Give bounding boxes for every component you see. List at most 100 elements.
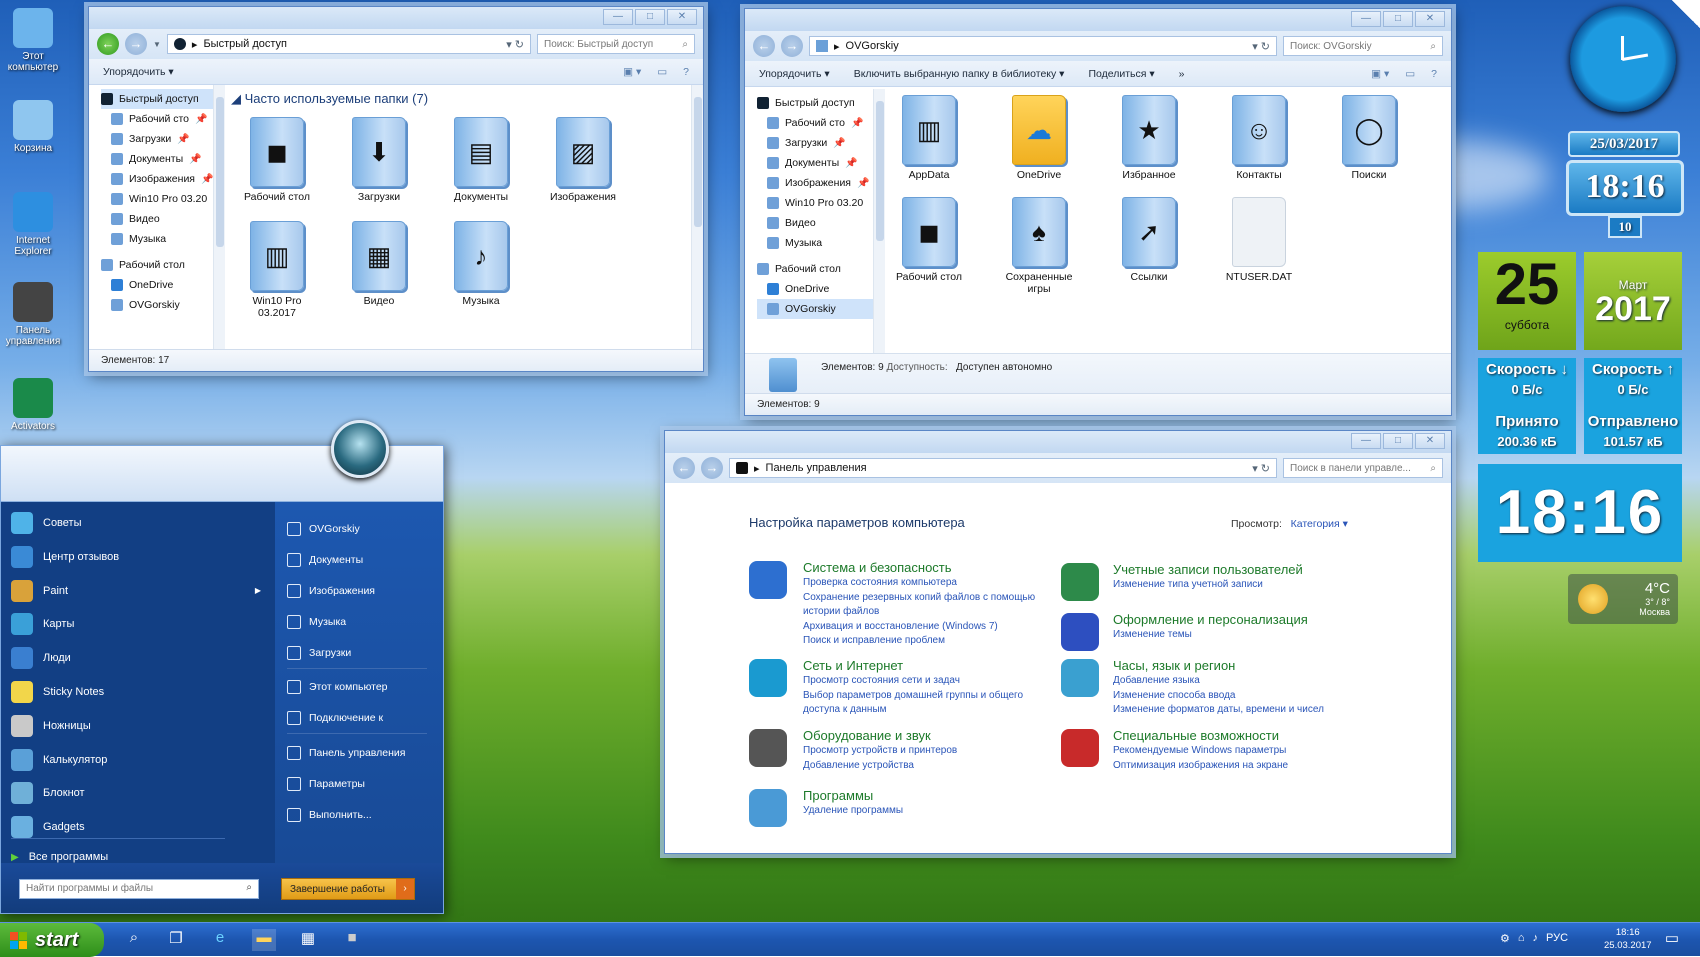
explorer-window-ovgorskiy[interactable]: — □ ✕ ← → ▸ OVGorskiy ▾ ↻ Поиск: OVGorskiy ⌕… bbox=[744, 8, 1452, 416]
navigation-pane[interactable]: Быстрый доступ Рабочий сто 📌 Загрузки 📌 Докум… bbox=[89, 85, 215, 351]
view-category-dropdown[interactable]: Категория ▾ bbox=[1291, 518, 1348, 530]
view-icon[interactable]: ▣ ▾ bbox=[1371, 68, 1389, 80]
folder-item[interactable]: ◯ Поиски bbox=[1325, 95, 1413, 181]
nav-item[interactable]: Win10 Pro 03.20 bbox=[101, 189, 214, 209]
user-avatar[interactable] bbox=[331, 420, 389, 478]
nav-item[interactable]: Рабочий сто 📌 bbox=[757, 113, 874, 133]
category-sub-link[interactable]: Проверка состояния компьютера bbox=[803, 576, 1053, 591]
nav-item[interactable]: OneDrive bbox=[101, 275, 214, 295]
start-places-list[interactable]: OVGorskiy Документы Изображения Музыка Загру… bbox=[275, 502, 443, 865]
desktop-icon-4[interactable]: Activators bbox=[0, 378, 66, 432]
preview-pane-icon[interactable]: ▭ bbox=[657, 66, 667, 78]
title-bar[interactable]: — □ ✕ bbox=[89, 7, 703, 29]
nav-item[interactable]: OneDrive bbox=[757, 279, 874, 299]
start-place-item[interactable]: Загрузки bbox=[287, 642, 427, 669]
nav-item[interactable]: Музыка bbox=[101, 229, 214, 249]
category-icon[interactable] bbox=[1061, 613, 1099, 651]
start-program-item[interactable]: Карты bbox=[11, 609, 261, 639]
category-sub-link[interactable]: Просмотр состояния сети и задач bbox=[803, 674, 1053, 689]
nav-item[interactable]: Видео bbox=[101, 209, 214, 229]
share-menu[interactable]: Поделиться ▾ bbox=[1088, 68, 1154, 80]
desktop-icon-3[interactable]: Панель управления bbox=[0, 282, 66, 347]
corner-settings-icon[interactable] bbox=[1660, 0, 1700, 30]
system-tray[interactable]: ⚙ ⌂ ♪ РУС bbox=[1500, 932, 1568, 945]
folder-item[interactable]: ➚ Ссылки bbox=[1105, 197, 1193, 283]
category-sub-link[interactable]: Рекомендуемые Windows параметры bbox=[1113, 744, 1363, 759]
category-sub-link[interactable]: Выбор параметров домашней группы и общег… bbox=[803, 689, 1053, 718]
content-scrollbar[interactable] bbox=[691, 85, 703, 351]
category-title-link[interactable]: Система и безопасность bbox=[803, 559, 1053, 576]
search-input[interactable]: Поиск в панели управле... ⌕ bbox=[1283, 458, 1443, 478]
store-icon[interactable]: ▦ bbox=[296, 929, 320, 951]
start-program-item[interactable]: Центр отзывов bbox=[11, 542, 261, 572]
forward-button[interactable]: → bbox=[125, 33, 147, 55]
category-title-link[interactable]: Программы bbox=[803, 787, 1053, 804]
category-title-link[interactable]: Сеть и Интернет bbox=[803, 657, 1053, 674]
edge-icon[interactable]: e bbox=[208, 929, 232, 951]
start-place-item[interactable]: Выполнить... bbox=[287, 804, 372, 826]
volume-icon[interactable]: ♪ bbox=[1533, 932, 1539, 945]
desktop-icon-2[interactable]: Internet Explorer bbox=[0, 192, 66, 257]
file-explorer-icon[interactable]: ▬ bbox=[252, 929, 276, 951]
preview-pane-icon[interactable]: ▭ bbox=[1405, 68, 1415, 80]
nav-item[interactable]: Загрузки 📌 bbox=[757, 133, 874, 153]
address-bar[interactable]: ▸ OVGorskiy ▾ ↻ bbox=[809, 36, 1277, 56]
forward-button[interactable]: → bbox=[781, 35, 803, 57]
explorer-window-quick-access[interactable]: — □ ✕ ← → ▼ ▸ Быстрый доступ ▾ ↻ Поиск: Быс… bbox=[88, 6, 704, 372]
more-commands-button[interactable]: » bbox=[1179, 68, 1185, 80]
category-icon[interactable] bbox=[749, 659, 787, 697]
help-icon[interactable]: ? bbox=[683, 66, 689, 78]
category-icon[interactable] bbox=[749, 789, 787, 827]
folder-item[interactable]: ♪ Музыка bbox=[437, 221, 525, 307]
category-sub-link[interactable]: Изменение форматов даты, времени и чисел bbox=[1113, 703, 1363, 718]
category-title-link[interactable]: Учетные записи пользователей bbox=[1113, 561, 1363, 578]
start-place-item[interactable]: Документы bbox=[287, 549, 363, 571]
folder-item[interactable]: ▦ Видео bbox=[335, 221, 423, 307]
nav-scrollbar[interactable] bbox=[213, 85, 225, 351]
minimize-button[interactable]: — bbox=[1351, 11, 1381, 27]
title-bar[interactable]: — □ ✕ bbox=[665, 431, 1451, 453]
nav-item[interactable]: Документы 📌 bbox=[757, 153, 874, 173]
include-in-library-menu[interactable]: Включить выбранную папку в библиотеку ▾ bbox=[854, 68, 1065, 80]
nav-item[interactable]: Документы 📌 bbox=[101, 149, 214, 169]
folder-item[interactable]: ⬇ Загрузки bbox=[335, 117, 423, 203]
start-program-item[interactable]: Paint ▶ bbox=[11, 576, 261, 606]
group-header[interactable]: ◢ Часто используемые папки (7) bbox=[231, 91, 428, 107]
nav-item[interactable]: Рабочий стол bbox=[757, 259, 874, 279]
nav-item[interactable]: Загрузки 📌 bbox=[101, 129, 214, 149]
close-button[interactable]: ✕ bbox=[667, 9, 697, 25]
start-program-item[interactable]: Советы bbox=[11, 508, 261, 538]
organize-menu[interactable]: Упорядочить ▾ bbox=[759, 68, 830, 80]
folder-item[interactable]: ▨ Изображения bbox=[539, 117, 627, 203]
task-view-icon[interactable]: ❐ bbox=[164, 929, 188, 951]
taskbar[interactable]: start ⌕ ❐ e ▬ ▦ ■ ⚙ ⌂ ♪ РУС 18:16 25.03.2017… bbox=[0, 922, 1700, 957]
folder-item[interactable]: ★ Избранное bbox=[1105, 95, 1193, 181]
category-title-link[interactable]: Оборудование и звук bbox=[803, 727, 1053, 744]
close-button[interactable]: ✕ bbox=[1415, 433, 1445, 449]
category-title-link[interactable]: Специальные возможности bbox=[1113, 727, 1363, 744]
start-place-item[interactable]: Музыка bbox=[287, 611, 346, 633]
category-icon[interactable] bbox=[1061, 659, 1099, 697]
category-sub-link[interactable]: Поиск и исправление проблем bbox=[803, 634, 1053, 649]
folder-item[interactable]: NTUSER.DAT bbox=[1215, 197, 1303, 283]
start-place-item[interactable]: OVGorskiy bbox=[287, 518, 360, 540]
chevron-down-icon[interactable]: ▼ bbox=[153, 40, 161, 49]
nav-item[interactable]: Рабочий сто 📌 bbox=[101, 109, 214, 129]
start-program-item[interactable]: Калькулятор bbox=[11, 745, 261, 775]
search-input[interactable]: Поиск: Быстрый доступ ⌕ bbox=[537, 34, 695, 54]
view-icon[interactable]: ▣ ▾ bbox=[623, 66, 641, 78]
app-icon[interactable]: ■ bbox=[340, 929, 364, 951]
minimize-button[interactable]: — bbox=[1351, 433, 1381, 449]
back-button[interactable]: ← bbox=[753, 35, 775, 57]
category-sub-link[interactable]: Изменение способа ввода bbox=[1113, 689, 1363, 704]
network-icon[interactable]: ⌂ bbox=[1518, 932, 1525, 945]
nav-item[interactable]: Изображения 📌 bbox=[757, 173, 874, 193]
nav-item[interactable]: Рабочий стол bbox=[101, 255, 214, 275]
start-place-item[interactable]: Изображения bbox=[287, 580, 375, 602]
category-sub-link[interactable]: Архивация и восстановление (Windows 7) bbox=[803, 620, 1053, 635]
start-place-item[interactable]: Параметры bbox=[287, 773, 365, 795]
category-icon[interactable] bbox=[1061, 729, 1099, 767]
start-program-item[interactable]: Люди bbox=[11, 643, 261, 673]
back-button[interactable]: ← bbox=[97, 33, 119, 55]
category-sub-link[interactable]: Добавление устройства bbox=[803, 759, 1053, 774]
